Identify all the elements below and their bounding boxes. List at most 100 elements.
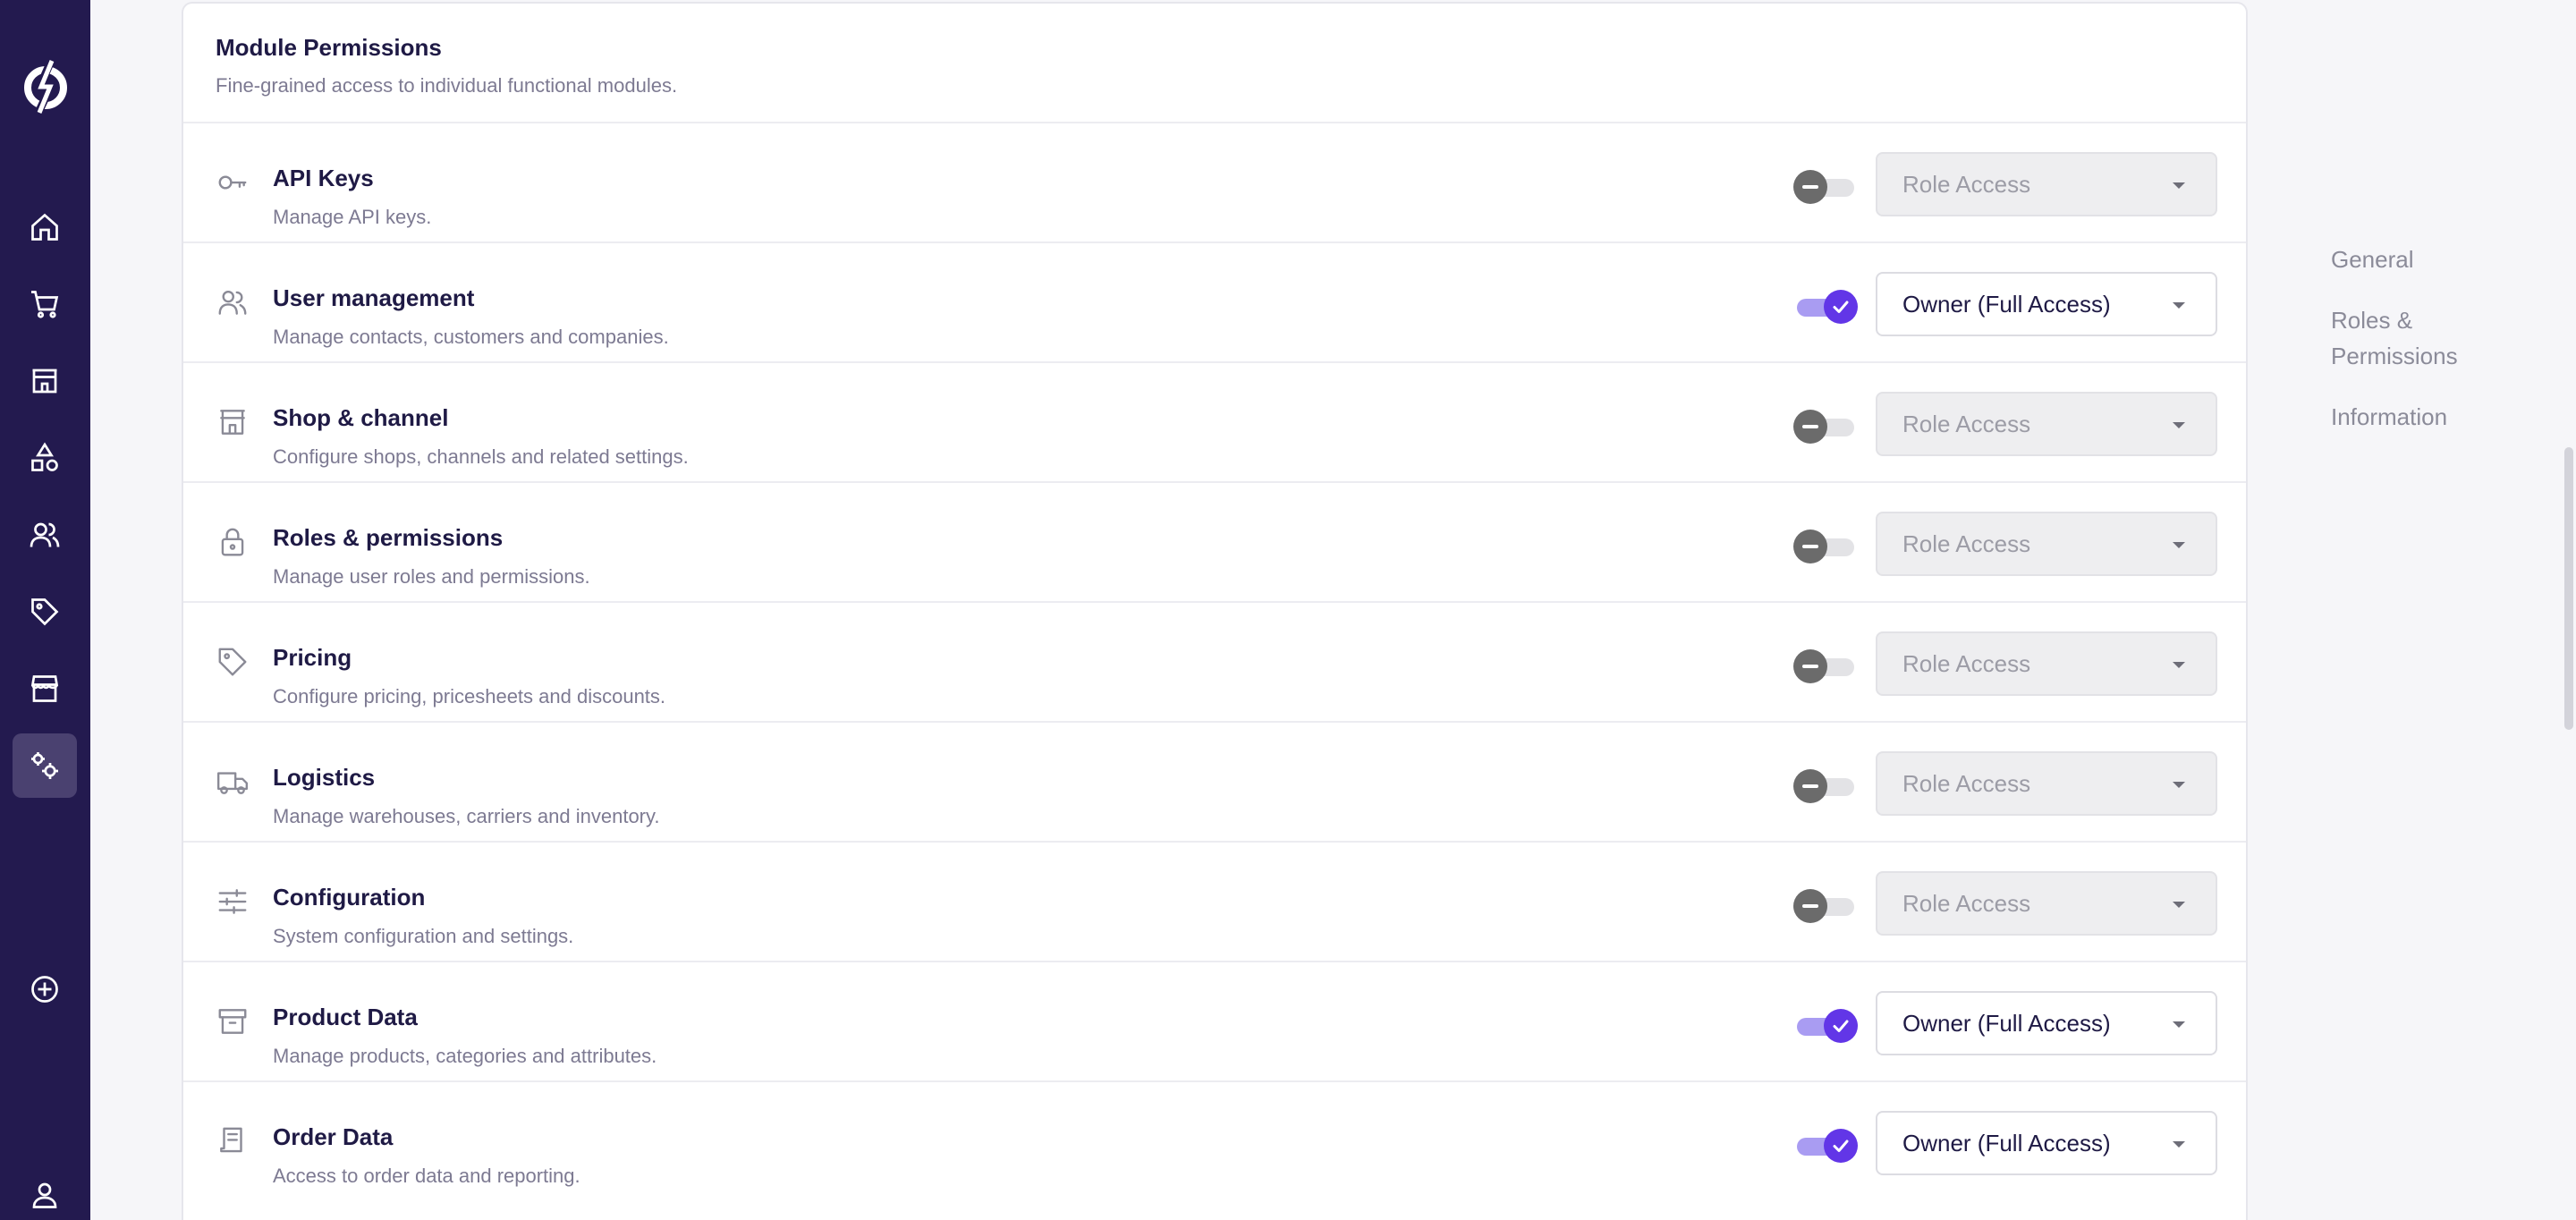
module-toggle[interactable] [1793, 887, 1858, 923]
card-title: Module Permissions [216, 34, 442, 61]
cart-icon[interactable] [13, 272, 77, 336]
module-row: Product Data Manage products, categories … [183, 962, 2246, 1082]
settings-icon[interactable] [13, 733, 77, 798]
access-select-value: Role Access [1902, 170, 2031, 198]
logo-icon[interactable] [20, 57, 72, 116]
module-list: API Keys Manage API keys. Role Access User … [183, 123, 2246, 1202]
archive-icon [216, 1004, 250, 1038]
minus-icon [1793, 410, 1827, 444]
access-select[interactable]: Role Access [1876, 392, 2217, 456]
module-permissions-card: Module Permissions Fine-grained access t… [182, 2, 2248, 1220]
module-description: Configure shops, channels and related se… [273, 445, 689, 468]
access-select-value: Role Access [1902, 410, 2031, 437]
module-toggle[interactable] [1793, 767, 1858, 803]
module-row: Pricing Configure pricing, pricesheets an… [183, 603, 2246, 723]
caret-down-icon [2173, 782, 2185, 788]
caret-down-icon [2173, 662, 2185, 668]
module-name: Logistics [273, 764, 376, 791]
module-name: Order Data [273, 1123, 394, 1150]
access-select-value: Role Access [1902, 530, 2031, 557]
users-icon [216, 285, 250, 319]
caret-down-icon [2173, 182, 2185, 189]
module-row: Shop & channel Configure shops, channels … [183, 363, 2246, 483]
user-icon[interactable] [13, 1163, 77, 1220]
module-toggle[interactable] [1793, 168, 1858, 204]
access-select[interactable]: Owner (Full Access) [1876, 272, 2217, 336]
module-name: Configuration [273, 884, 426, 911]
home-icon[interactable] [13, 195, 77, 259]
caret-down-icon [2173, 902, 2185, 908]
add-circle-icon[interactable] [13, 957, 77, 1021]
module-name: Shop & channel [273, 404, 449, 431]
module-name: Product Data [273, 1004, 418, 1030]
toc-roles-link[interactable]: Roles & Permissions [2331, 302, 2510, 374]
caret-down-icon [2173, 422, 2185, 428]
access-select[interactable]: Owner (Full Access) [1876, 1111, 2217, 1175]
module-toggle[interactable] [1793, 1007, 1858, 1043]
toc-information-link[interactable]: Information [2331, 399, 2447, 435]
check-icon [1824, 1129, 1858, 1163]
shop-icon[interactable] [13, 657, 77, 721]
module-toggle[interactable] [1793, 1127, 1858, 1163]
sliders-icon [216, 885, 250, 919]
app-root: Module Permissions Fine-grained access t… [0, 0, 2576, 1220]
truck-icon [216, 765, 250, 799]
module-name: User management [273, 284, 475, 311]
caret-down-icon [2173, 1021, 2185, 1028]
access-select-value: Owner (Full Access) [1902, 1009, 2111, 1037]
main-content: Module Permissions Fine-grained access t… [90, 0, 2286, 1220]
minus-icon [1793, 889, 1827, 923]
module-toggle[interactable] [1793, 648, 1858, 683]
module-description: Manage warehouses, carriers and inventor… [273, 805, 660, 827]
lock-icon [216, 525, 250, 559]
minus-icon [1793, 649, 1827, 683]
receipt-icon [216, 1124, 250, 1158]
module-description: Configure pricing, pricesheets and disco… [273, 685, 666, 707]
access-select[interactable]: Role Access [1876, 751, 2217, 816]
minus-icon [1793, 170, 1827, 204]
check-icon [1824, 290, 1858, 324]
module-toggle[interactable] [1793, 528, 1858, 563]
users-icon[interactable] [13, 503, 77, 567]
module-description: Manage user roles and permissions. [273, 565, 590, 588]
caret-down-icon [2173, 542, 2185, 548]
shapes-icon[interactable] [13, 426, 77, 490]
module-row: User management Manage contacts, customer… [183, 243, 2246, 363]
access-select[interactable]: Role Access [1876, 152, 2217, 216]
toc-general-link[interactable]: General [2331, 241, 2414, 277]
module-row: Configuration System configuration and se… [183, 843, 2246, 962]
module-description: System configuration and settings. [273, 925, 574, 947]
module-name: Pricing [273, 644, 352, 671]
access-select-value: Owner (Full Access) [1902, 290, 2111, 318]
module-row: Roles & permissions Manage user roles and… [183, 483, 2246, 603]
access-select-value: Role Access [1902, 889, 2031, 917]
access-select[interactable]: Role Access [1876, 631, 2217, 696]
scrollbar-thumb[interactable] [2564, 447, 2573, 730]
page-scrollbar[interactable] [2562, 0, 2576, 1220]
module-row: Order Data Access to order data and repor… [183, 1082, 2246, 1202]
store-icon[interactable] [13, 349, 77, 413]
module-description: Manage contacts, customers and companies… [273, 326, 669, 348]
store-icon [216, 405, 250, 439]
module-description: Manage API keys. [273, 206, 432, 228]
access-select[interactable]: Owner (Full Access) [1876, 991, 2217, 1055]
module-row: API Keys Manage API keys. Role Access [183, 123, 2246, 243]
caret-down-icon [2173, 1141, 2185, 1148]
key-icon [216, 165, 250, 199]
access-select-value: Role Access [1902, 649, 2031, 677]
module-description: Access to order data and reporting. [273, 1165, 580, 1187]
access-select[interactable]: Role Access [1876, 871, 2217, 936]
module-toggle[interactable] [1793, 288, 1858, 324]
tag-icon[interactable] [13, 580, 77, 644]
card-subtitle: Fine-grained access to individual functi… [216, 74, 678, 97]
access-select[interactable]: Role Access [1876, 512, 2217, 576]
module-name: Roles & permissions [273, 524, 504, 551]
minus-icon [1793, 530, 1827, 563]
caret-down-icon [2173, 302, 2185, 309]
minus-icon [1793, 769, 1827, 803]
module-row: Logistics Manage warehouses, carriers and… [183, 723, 2246, 843]
check-icon [1824, 1009, 1858, 1043]
module-name: API Keys [273, 165, 374, 191]
access-select-value: Role Access [1902, 769, 2031, 797]
module-toggle[interactable] [1793, 408, 1858, 444]
